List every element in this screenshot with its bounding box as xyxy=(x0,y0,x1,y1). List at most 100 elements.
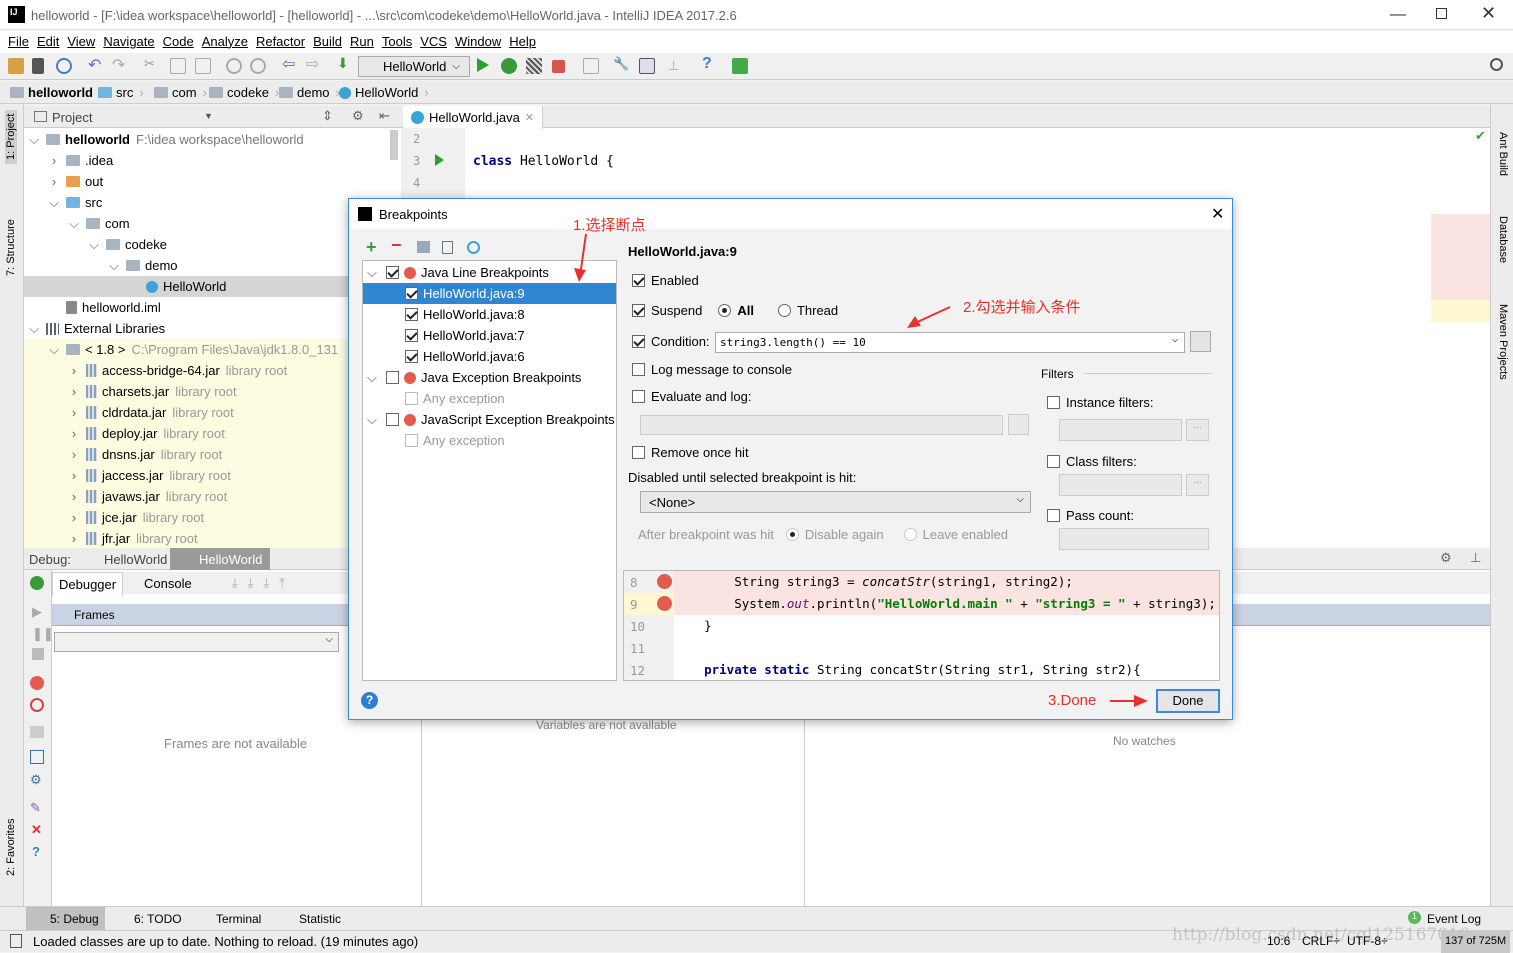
chevron-right-icon[interactable]: › xyxy=(68,384,80,399)
class-filters-checkbox[interactable] xyxy=(1047,455,1060,468)
project-scrollbar[interactable] xyxy=(390,130,398,160)
suspend-thread-radio[interactable] xyxy=(777,304,791,317)
tree-item[interactable]: › dnsns.jar library root xyxy=(24,444,401,465)
help-icon[interactable]: ? xyxy=(32,844,40,859)
forward-icon[interactable]: ⇨ xyxy=(306,54,322,73)
tree-item[interactable]: ⌵ src xyxy=(24,192,401,213)
run-gutter-icon[interactable] xyxy=(435,154,444,166)
instance-filters-input[interactable] xyxy=(1059,419,1182,441)
close-button[interactable]: ✕ xyxy=(1481,3,1496,24)
tool-terminal[interactable]: Terminal xyxy=(198,912,261,926)
cut-icon[interactable]: ✂ xyxy=(144,56,160,72)
log-message-checkbox[interactable] xyxy=(632,363,645,376)
pass-count-input[interactable] xyxy=(1059,528,1209,550)
help-icon[interactable]: ? xyxy=(702,55,718,72)
run-icon[interactable] xyxy=(477,58,489,72)
breakpoint-icon[interactable] xyxy=(657,596,672,611)
stop-icon[interactable] xyxy=(32,648,44,660)
tree-item[interactable]: ⌵ helloworld F:\idea workspace\helloworld xyxy=(24,129,401,150)
remove-once-hit-checkbox[interactable] xyxy=(632,446,645,459)
breakpoint-checkbox[interactable] xyxy=(386,371,399,384)
memory-indicator[interactable]: 137 of 725M xyxy=(1441,931,1511,953)
tree-item[interactable]: ⌵ codeke xyxy=(24,234,401,255)
maximize-button[interactable] xyxy=(1436,8,1447,19)
tool-favorites[interactable]: 2: Favorites xyxy=(5,819,17,876)
chevron-right-icon[interactable]: › xyxy=(68,531,80,546)
breakpoint-item[interactable]: Any exception xyxy=(363,430,616,451)
paste-icon[interactable] xyxy=(195,58,211,74)
help-button[interactable]: ? xyxy=(361,692,378,709)
breakpoint-group[interactable]: ⌵ Java Exception Breakpoints xyxy=(363,367,616,388)
status-toggle-icon[interactable] xyxy=(10,934,22,948)
tree-item[interactable]: ⌵ < 1.8 > C:\Program Files\Java\jdk1.8.0_1… xyxy=(24,339,401,360)
class-filters-browse[interactable]: ... xyxy=(1186,474,1209,496)
camera-icon[interactable] xyxy=(30,726,44,738)
mute-breakpoints-icon[interactable] xyxy=(30,698,44,712)
tab-debugger[interactable]: Debugger xyxy=(52,572,124,596)
hide-icon[interactable]: ⊥ xyxy=(1470,550,1481,566)
evaluate-log-input[interactable] xyxy=(640,415,1003,435)
menu-window[interactable]: Window xyxy=(455,34,501,49)
menu-refactor[interactable]: Refactor xyxy=(256,34,305,49)
breadcrumb-item[interactable]: codeke › xyxy=(209,85,279,100)
dropdown-arrow-icon[interactable]: ▼ xyxy=(204,111,213,121)
tool-statistic[interactable]: Statistic xyxy=(281,912,341,926)
tool-ant-build[interactable]: Ant Build xyxy=(1497,132,1509,176)
condition-input[interactable]: string3.length() == 10 ⌵ xyxy=(715,332,1185,353)
breakpoint-checkbox[interactable] xyxy=(405,392,418,405)
expand-editor-button[interactable] xyxy=(1190,331,1211,352)
chevron-down-icon[interactable]: ⌵ xyxy=(88,237,100,253)
breakpoint-item[interactable]: HelloWorld.java:9 xyxy=(363,283,616,304)
save-icon[interactable] xyxy=(32,58,44,74)
menu-vcs[interactable]: VCS xyxy=(420,34,447,49)
layout-icon[interactable] xyxy=(30,750,44,764)
event-log-button[interactable]: Event Log xyxy=(1427,912,1481,926)
menu-file[interactable]: File xyxy=(8,34,29,49)
breakpoint-checkbox[interactable] xyxy=(405,308,418,321)
disabled-until-select[interactable]: <None> ⌵ xyxy=(640,491,1031,513)
sync-icon[interactable] xyxy=(56,58,72,74)
tree-item[interactable]: › jfr.jar library root xyxy=(24,528,401,549)
chevron-down-icon[interactable]: ⌵ xyxy=(367,412,381,428)
stop-icon[interactable] xyxy=(552,60,565,73)
group-by-package-icon[interactable] xyxy=(417,241,430,253)
tree-item[interactable]: › javaws.jar library root xyxy=(24,486,401,507)
chevron-right-icon[interactable]: › xyxy=(68,510,80,525)
minimize-button[interactable]: — xyxy=(1390,6,1406,24)
project-structure-icon[interactable] xyxy=(583,58,599,74)
done-button[interactable]: Done xyxy=(1156,689,1220,713)
view-breakpoints-icon[interactable] xyxy=(30,676,44,690)
breadcrumb-item[interactable]: demo › xyxy=(279,85,340,100)
coverage-icon[interactable] xyxy=(526,58,542,74)
breadcrumb-item[interactable]: src › xyxy=(98,85,144,100)
chevron-right-icon[interactable]: › xyxy=(68,489,80,504)
close-tab-icon[interactable]: ✕ xyxy=(525,111,534,124)
breakpoint-icon[interactable] xyxy=(657,574,672,589)
encoding[interactable]: UTF-8÷ xyxy=(1347,934,1388,948)
breadcrumb-item[interactable]: helloworld› xyxy=(10,85,103,100)
tab-console[interactable]: Console xyxy=(144,576,192,591)
breakpoint-checkbox[interactable] xyxy=(405,287,418,300)
breakpoint-item[interactable]: HelloWorld.java:7 xyxy=(363,325,616,346)
collapse-all-icon[interactable]: ⇕ xyxy=(322,108,333,124)
debug-tab-1[interactable]: HelloWorld xyxy=(80,548,175,570)
menu-navigate[interactable]: Navigate xyxy=(103,34,154,49)
line-separator[interactable]: CRLF÷ xyxy=(1302,934,1340,948)
tree-item[interactable]: › charsets.jar library root xyxy=(24,381,401,402)
suspend-all-radio[interactable] xyxy=(718,304,732,317)
breadcrumb-item[interactable]: com › xyxy=(154,85,207,100)
breakpoint-item[interactable]: HelloWorld.java:6 xyxy=(363,346,616,367)
breakpoint-group[interactable]: ⌵ JavaScript Exception Breakpoints xyxy=(363,409,616,430)
chevron-down-icon[interactable]: ⌵ xyxy=(28,132,40,148)
tool-database[interactable]: Database xyxy=(1497,216,1509,263)
copy-icon[interactable] xyxy=(170,58,186,74)
instance-filters-checkbox[interactable] xyxy=(1047,396,1060,409)
tab-helloworld-java[interactable]: HelloWorld.java ✕ xyxy=(403,106,544,129)
thread-select[interactable]: ⌵ xyxy=(54,632,339,652)
sdk-icon[interactable] xyxy=(639,58,655,74)
open-icon[interactable] xyxy=(8,58,24,74)
class-filters-input[interactable] xyxy=(1059,474,1182,496)
chevron-down-icon[interactable]: ⌵ xyxy=(48,342,60,358)
redo-icon[interactable]: ↷ xyxy=(112,55,128,74)
breakpoint-checkbox[interactable] xyxy=(386,413,399,426)
